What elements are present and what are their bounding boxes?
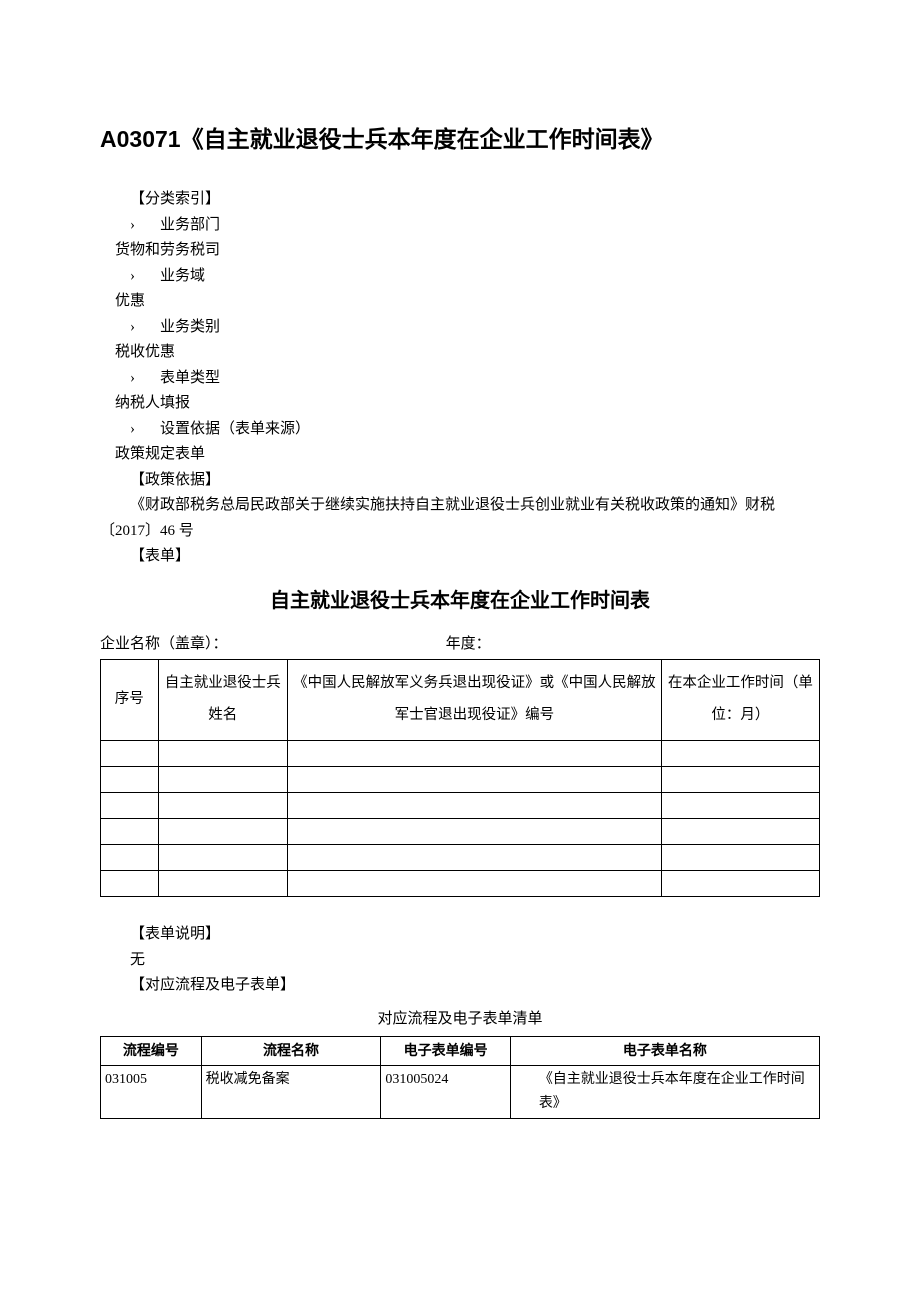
table-cell [158, 792, 287, 818]
table-cell [101, 818, 159, 844]
table-row [101, 740, 820, 766]
table-cell [101, 844, 159, 870]
index-head: 表单类型 [160, 370, 220, 386]
table-cell [158, 844, 287, 870]
form-title: 自主就业退役士兵本年度在企业工作时间表 [100, 584, 820, 618]
map-c1: 031005 [101, 1066, 202, 1119]
table-cell [661, 870, 819, 896]
main-table: 序号 自主就业退役士兵姓名 《中国人民解放军义务兵退出现役证》或《中国人民解放军… [100, 659, 820, 897]
desc-text: 无 [130, 948, 820, 974]
map-c4: 《自主就业退役士兵本年度在企业工作时间表》 [510, 1066, 819, 1119]
table-cell [287, 792, 661, 818]
table-cell [287, 870, 661, 896]
form-meta-right: 年度： [446, 632, 820, 658]
th-seq: 序号 [101, 660, 159, 741]
table-row [101, 818, 820, 844]
table-row [101, 870, 820, 896]
th-name: 自主就业退役士兵姓名 [158, 660, 287, 741]
index-value: 税收优惠 [115, 344, 175, 360]
index-value: 政策规定表单 [115, 446, 205, 462]
th-cert: 《中国人民解放军义务兵退出现役证》或《中国人民解放军士官退出现役证》编号 [287, 660, 661, 741]
mapping-title: 对应流程及电子表单清单 [100, 1007, 820, 1033]
table-cell [661, 740, 819, 766]
policy-text: 《财政部税务总局民政部关于继续实施扶持自主就业退役士兵创业就业有关税收政策的通知… [100, 493, 820, 544]
map-h4: 电子表单名称 [510, 1037, 819, 1066]
index-value: 货物和劳务税司 [115, 242, 220, 258]
form-meta-left: 企业名称（盖章）： [100, 632, 446, 658]
th-months: 在本企业工作时间（单位：月） [661, 660, 819, 741]
map-c2: 税收减免备案 [201, 1066, 381, 1119]
table-cell [158, 818, 287, 844]
table-cell [287, 740, 661, 766]
table-row [101, 844, 820, 870]
form-label: 【表单】 [130, 544, 820, 570]
table-cell [158, 766, 287, 792]
mapping-label: 【对应流程及电子表单】 [130, 973, 820, 999]
index-head: 业务域 [160, 268, 205, 284]
map-h1: 流程编号 [101, 1037, 202, 1066]
table-cell [158, 740, 287, 766]
index-value: 优惠 [115, 293, 145, 309]
desc-label: 【表单说明】 [130, 922, 820, 948]
table-cell [287, 844, 661, 870]
table-cell [158, 870, 287, 896]
index-label: 【分类索引】 [130, 187, 820, 213]
page-title: A03071《自主就业退役士兵本年度在企业工作时间表》 [100, 120, 820, 159]
chevron-icon: › [130, 417, 160, 443]
policy-label: 【政策依据】 [130, 468, 820, 494]
table-row [101, 766, 820, 792]
chevron-icon: › [130, 264, 160, 290]
table-cell [287, 766, 661, 792]
map-c3: 031005024 [381, 1066, 510, 1119]
table-row: 031005 税收减免备案 031005024 《自主就业退役士兵本年度在企业工… [101, 1066, 820, 1119]
index-value: 纳税人填报 [115, 395, 190, 411]
table-cell [661, 792, 819, 818]
table-cell [101, 740, 159, 766]
table-cell [661, 844, 819, 870]
mapping-table: 流程编号 流程名称 电子表单编号 电子表单名称 031005 税收减免备案 03… [100, 1036, 820, 1118]
table-cell [661, 818, 819, 844]
table-cell [101, 870, 159, 896]
map-h3: 电子表单编号 [381, 1037, 510, 1066]
table-cell [101, 792, 159, 818]
chevron-icon: › [130, 213, 160, 239]
chevron-icon: › [130, 366, 160, 392]
map-h2: 流程名称 [201, 1037, 381, 1066]
chevron-icon: › [130, 315, 160, 341]
main-table-body [101, 740, 820, 896]
table-cell [661, 766, 819, 792]
index-head: 设置依据（表单来源） [160, 421, 310, 437]
table-row [101, 792, 820, 818]
table-cell [101, 766, 159, 792]
index-head: 业务部门 [160, 217, 220, 233]
index-head: 业务类别 [160, 319, 220, 335]
table-cell [287, 818, 661, 844]
